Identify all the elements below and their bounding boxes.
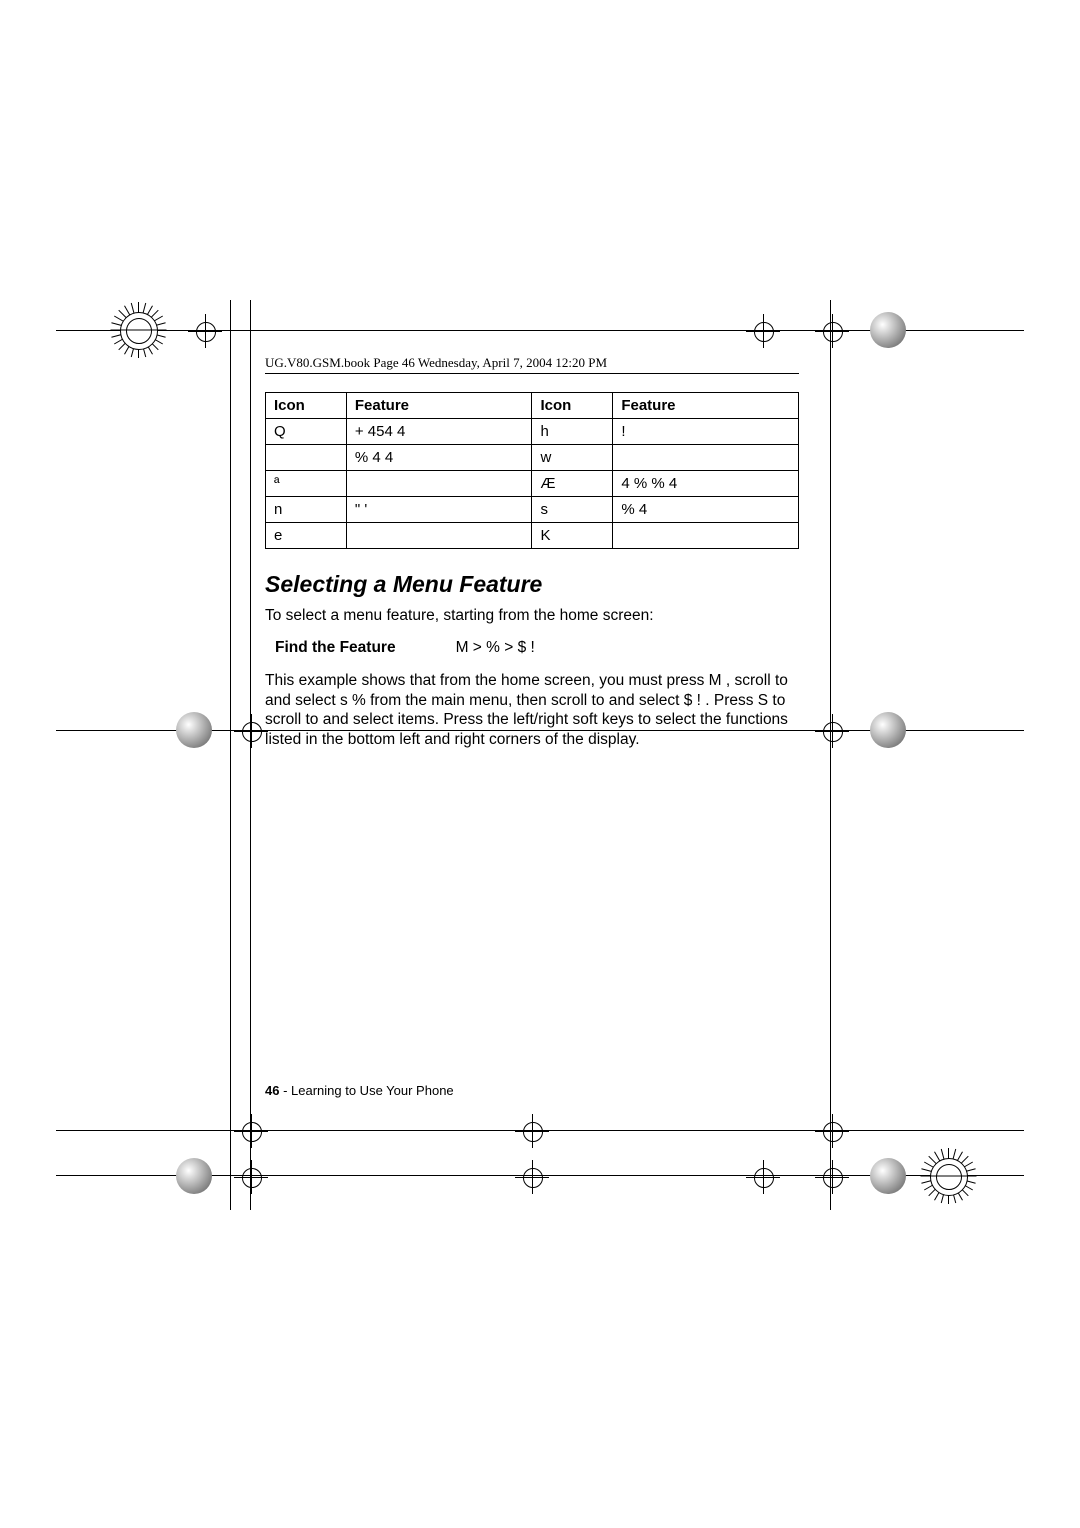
cell-feature: 4 % % 4 — [613, 471, 799, 497]
cell-icon: s — [532, 497, 613, 523]
cell-feature: + 454 4 — [346, 419, 532, 445]
find-label: Find the Feature — [275, 639, 396, 657]
cell-feature: % 4 — [613, 497, 799, 523]
cell-icon: Æ — [532, 471, 613, 497]
col-header-feature: Feature — [346, 393, 532, 419]
frame-left-line-1 — [230, 300, 231, 1210]
intro-text: To select a menu feature, starting from … — [265, 606, 799, 625]
register-mark-icon — [515, 1114, 549, 1148]
frame-left-line-2 — [250, 300, 251, 1210]
frame-right-line — [830, 300, 831, 1210]
cell-icon: w — [532, 445, 613, 471]
cell-feature: ! — [613, 419, 799, 445]
example-paragraph: This example shows that from the home sc… — [265, 671, 799, 749]
register-mark-icon — [515, 1160, 549, 1194]
register-mark-icon — [815, 1114, 849, 1148]
shaded-ball-icon — [870, 1158, 906, 1194]
cell-feature — [613, 523, 799, 549]
cell-feature — [346, 471, 532, 497]
starburst-icon — [920, 1148, 976, 1204]
page-footer: 46 - Learning to Use Your Phone — [265, 1083, 454, 1098]
shaded-ball-icon — [870, 312, 906, 348]
shaded-ball-icon — [870, 712, 906, 748]
cell-feature: " ' — [346, 497, 532, 523]
page-number: 46 — [265, 1083, 279, 1098]
register-mark-icon — [234, 1160, 268, 1194]
register-mark-icon — [746, 1160, 780, 1194]
register-mark-icon — [234, 714, 268, 748]
shaded-ball-icon — [176, 712, 212, 748]
find-path: M > % > $ ! — [456, 639, 535, 657]
table-row: Q + 454 4 h ! — [266, 419, 799, 445]
register-mark-icon — [815, 1160, 849, 1194]
cell-icon — [266, 445, 347, 471]
register-mark-icon — [815, 314, 849, 348]
table-row: % 4 4 w — [266, 445, 799, 471]
cell-feature — [613, 445, 799, 471]
register-mark-icon — [234, 1114, 268, 1148]
cell-icon: h — [532, 419, 613, 445]
table-row: ª Æ 4 % % 4 — [266, 471, 799, 497]
table-header-row: Icon Feature Icon Feature — [266, 393, 799, 419]
page-body: UG.V80.GSM.book Page 46 Wednesday, April… — [265, 355, 799, 749]
footer-chapter: - Learning to Use Your Phone — [279, 1083, 453, 1098]
cell-feature: % 4 4 — [346, 445, 532, 471]
page-header-line: UG.V80.GSM.book Page 46 Wednesday, April… — [265, 355, 799, 374]
cell-icon: Q — [266, 419, 347, 445]
col-header-icon: Icon — [532, 393, 613, 419]
cell-icon: ª — [266, 471, 347, 497]
section-title: Selecting a Menu Feature — [265, 571, 799, 598]
shaded-ball-icon — [176, 1158, 212, 1194]
cell-icon: e — [266, 523, 347, 549]
table-row: n " ' s % 4 — [266, 497, 799, 523]
cell-feature — [346, 523, 532, 549]
icon-feature-table: Icon Feature Icon Feature Q + 454 4 h ! … — [265, 392, 799, 549]
col-header-icon: Icon — [266, 393, 347, 419]
cell-icon: K — [532, 523, 613, 549]
register-mark-icon — [746, 314, 780, 348]
frame-bottom-line-1 — [56, 1130, 1024, 1131]
find-the-feature-row: Find the Feature M > % > $ ! — [275, 639, 799, 657]
cell-icon: n — [266, 497, 347, 523]
register-mark-icon — [188, 314, 222, 348]
register-mark-icon — [815, 714, 849, 748]
col-header-feature: Feature — [613, 393, 799, 419]
table-row: e K — [266, 523, 799, 549]
